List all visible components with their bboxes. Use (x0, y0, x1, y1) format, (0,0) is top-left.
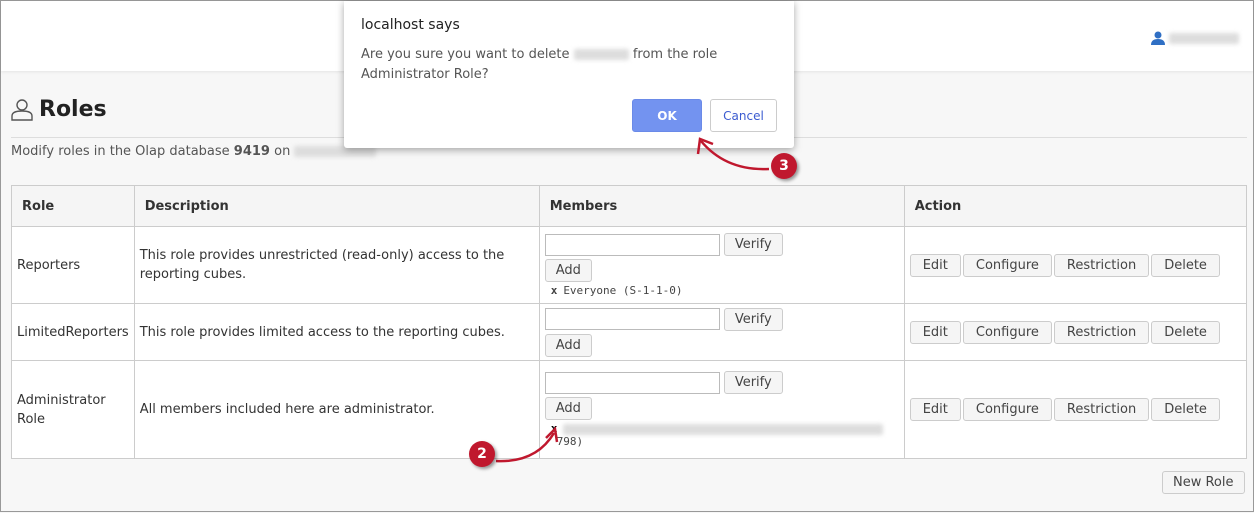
subtitle-text: Modify roles in the Olap database (11, 144, 230, 159)
role-name: LimitedReporters (11, 303, 135, 361)
cancel-button[interactable]: Cancel (710, 99, 777, 132)
dialog-title: localhost says (361, 17, 460, 33)
actions-cell: Edit Configure Restriction Delete (903, 226, 1248, 304)
member-item: x Everyone (S-1-1-0) (545, 284, 899, 297)
remove-member-button[interactable]: x (551, 284, 558, 297)
restriction-button[interactable]: Restriction (1053, 320, 1150, 344)
delete-button[interactable]: Delete (1151, 320, 1220, 344)
user-icon (1151, 31, 1165, 45)
callout-badge-2: 2 (469, 441, 495, 467)
username-redacted (1169, 32, 1239, 44)
actions-cell: Edit Configure Restriction Delete (903, 303, 1248, 361)
members-cell: Verify Add x 798) (538, 360, 905, 459)
page-title: Roles (11, 97, 107, 122)
members-cell: Verify Add x Everyone (S-1-1-0) (538, 226, 905, 304)
delete-button[interactable]: Delete (1151, 398, 1220, 421)
add-button[interactable]: Add (544, 259, 592, 282)
member-redacted (563, 423, 884, 435)
table-row: Reporters This role provides unrestricte… (11, 226, 1248, 304)
verify-button[interactable]: Verify (723, 307, 783, 331)
members-cell: Verify Add (538, 303, 905, 361)
table-row: LimitedReporters This role provides limi… (11, 303, 1248, 361)
col-role: Role (11, 185, 135, 227)
restriction-button[interactable]: Restriction (1053, 253, 1150, 277)
edit-button[interactable]: Edit (909, 320, 961, 344)
roles-table: Role Description Members Action Reporter… (11, 185, 1248, 459)
configure-button[interactable]: Configure (962, 253, 1052, 277)
delete-button[interactable]: Delete (1151, 253, 1220, 277)
member-input[interactable] (544, 371, 720, 394)
role-description: This role provides limited access to the… (133, 303, 540, 361)
restriction-button[interactable]: Restriction (1053, 398, 1150, 421)
verify-button[interactable]: Verify (723, 233, 783, 256)
callout-badge-3: 3 (771, 153, 797, 179)
verify-button[interactable]: Verify (723, 371, 783, 394)
remove-member-button[interactable]: x (551, 422, 558, 435)
confirm-dialog: localhost says Are you sure you want to … (344, 1, 794, 148)
actions-cell: Edit Configure Restriction Delete (903, 360, 1248, 459)
configure-button[interactable]: Configure (962, 398, 1052, 421)
member-input[interactable] (544, 233, 720, 256)
member-name-suffix: 798) (556, 435, 584, 448)
add-button[interactable]: Add (544, 333, 592, 357)
table-header: Role Description Members Action (11, 185, 1248, 227)
edit-button[interactable]: Edit (909, 398, 961, 421)
ok-button[interactable]: OK (632, 99, 702, 132)
message-prefix: Are you sure you want to delete (361, 47, 570, 62)
user-outline-icon (11, 98, 33, 121)
col-action: Action (903, 185, 1248, 227)
col-description: Description (133, 185, 540, 227)
page-subtitle: Modify roles in the Olap database 9419 o… (11, 144, 377, 159)
configure-button[interactable]: Configure (962, 320, 1052, 344)
add-button[interactable]: Add (544, 397, 592, 420)
role-description: This role provides unrestricted (read-on… (133, 226, 540, 304)
col-members: Members (538, 185, 905, 227)
dialog-message: Are you sure you want to delete from the… (361, 45, 777, 85)
page-title-text: Roles (39, 97, 107, 122)
table-row: Administrator Role All members included … (11, 360, 1248, 459)
new-role-button[interactable]: New Role (1162, 471, 1245, 494)
database-name: 9419 (233, 144, 270, 159)
subtitle-on: on (274, 144, 291, 159)
member-input[interactable] (544, 308, 720, 330)
member-name: Everyone (S-1-1-0) (563, 284, 683, 297)
role-name: Reporters (11, 226, 135, 304)
member-item: x 798) (545, 422, 899, 448)
edit-button[interactable]: Edit (909, 253, 961, 277)
role-name: Administrator Role (11, 360, 135, 459)
member-redacted (573, 49, 629, 60)
user-menu[interactable] (1151, 31, 1239, 45)
